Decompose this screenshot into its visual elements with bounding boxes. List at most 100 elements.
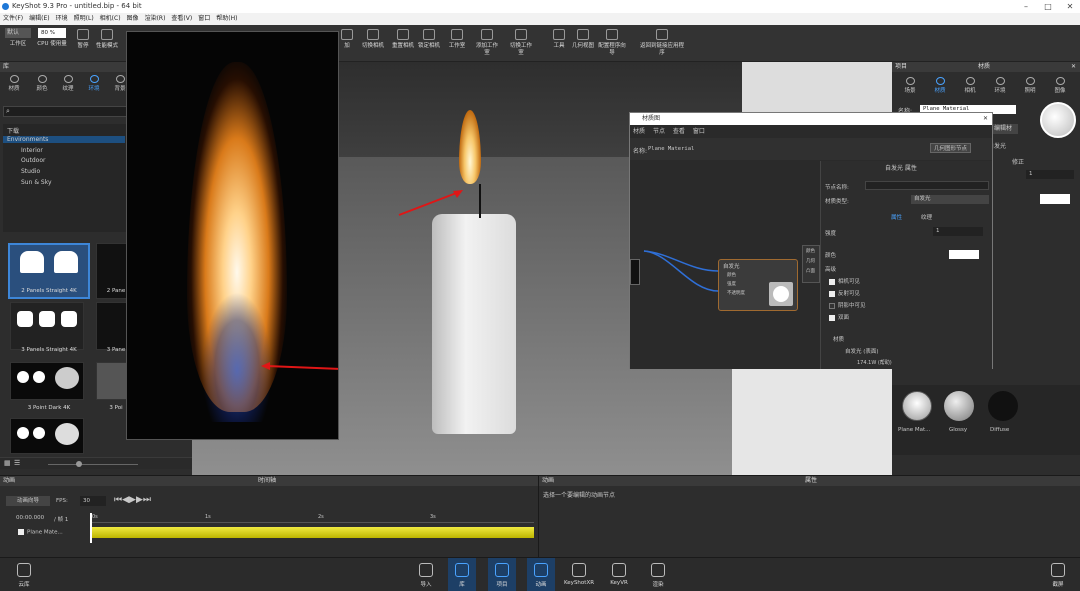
node-name-input[interactable] [865,181,989,190]
material-ball-glossy[interactable] [944,391,974,421]
screenshot-button[interactable]: 截屏 [1044,558,1072,591]
menu-help[interactable]: 帮助(H) [213,13,240,25]
pause-button[interactable]: 暂停 [72,27,94,60]
env-thumb-3point[interactable] [10,362,84,400]
cpu-usage-field[interactable]: 80 % [38,28,66,38]
ne-menu-material[interactable]: 材质 [633,128,645,135]
node-graph-canvas[interactable]: 自发光 颜色 强度 不透明度 颜色 几何 凸面 [630,161,820,369]
tab-image[interactable]: 图像 [1048,75,1072,94]
add-button[interactable]: 加 [336,27,358,60]
list-view-icon[interactable]: ☰ [14,459,20,467]
material-output-node[interactable]: 颜色 几何 凸面 [802,245,820,283]
track-row[interactable]: Plane Mate... [18,529,63,536]
ne-menu-window[interactable]: 窗口 [693,128,705,135]
studio-button[interactable]: 工作室 [445,27,469,60]
close-button[interactable]: ✕ [1062,0,1078,13]
geometry-view-button[interactable]: 几何视图 [572,27,594,60]
tree-item-sun-sky[interactable]: Sun & Sky [21,179,52,186]
tree-material[interactable]: 材质 [833,335,844,343]
tree-emissive[interactable]: 自发光 (表面) [845,347,879,355]
tab-colors[interactable]: 颜色 [30,73,54,92]
thumb-size-slider[interactable] [48,464,138,465]
node-port-opacity[interactable]: 不透明度 [727,290,745,296]
keyshotxr-button[interactable]: KeyShotXR [562,558,596,591]
ne-menu-view[interactable]: 查看 [673,128,685,135]
animation-button[interactable]: 动画 [527,558,555,591]
keyvr-button[interactable]: KeyVR [605,558,633,591]
tree-item-downloads[interactable]: 下载 [7,126,19,135]
configurator-wizard-button[interactable]: 配置程序向导 [597,27,627,60]
menu-image[interactable]: 图像 [124,13,142,25]
image-icon [1055,77,1065,85]
check-shadow-visible[interactable]: 阴影中可见 [829,301,866,309]
tab-material[interactable]: 材质 [928,75,952,94]
node-port-intensity[interactable]: 强度 [727,281,736,287]
tree-item-environments[interactable]: Environments [3,136,125,143]
env-thumb-3panels[interactable] [10,302,84,350]
check-camera-visible[interactable]: 相机可见 [829,277,860,285]
project-button[interactable]: 项目 [488,558,516,591]
ne-menu-node[interactable]: 节点 [653,128,665,135]
color-swatch[interactable] [1040,194,1070,204]
animation-track-bar[interactable] [92,527,534,538]
tree-item-studio[interactable]: Studio [21,168,40,175]
tab-environments[interactable]: 环境 [82,73,106,92]
tab-textures[interactable]: 纹理 [56,73,80,92]
tab-environment[interactable]: 环境 [988,75,1012,94]
menu-render[interactable]: 渲染(R) [142,13,169,25]
workspace-select[interactable]: 默认 [5,28,31,38]
menu-view[interactable]: 查看(V) [168,13,195,25]
import-button[interactable]: 导入 [412,558,440,591]
close-icon[interactable]: ✕ [1071,62,1076,72]
render-button[interactable]: 渲染 [644,558,672,591]
lock-camera-button[interactable]: 锁定相机 [418,27,440,60]
return-linked-app-button[interactable]: 返回到链接应用程序 [640,27,684,60]
tab-materials[interactable]: 材质 [2,73,26,92]
advanced-section[interactable]: 高级 [825,265,836,273]
close-icon[interactable]: ✕ [983,113,988,125]
add-studio-button[interactable]: 添加工作室 [474,27,500,60]
maximize-button[interactable]: □ [1040,0,1056,13]
minimize-button[interactable]: – [1018,0,1034,13]
intensity-input[interactable]: 1 [933,227,983,236]
tab-lighting[interactable]: 照明 [1018,75,1042,94]
material-type-select[interactable]: 自发光 [911,195,989,204]
subtab-textures[interactable]: 纹理 [921,213,932,221]
menu-file[interactable]: 文件(F) [0,13,26,25]
geometry-node-button[interactable]: 几何图形节点 [930,143,972,153]
source-node[interactable] [630,259,640,285]
color-swatch[interactable] [949,250,979,259]
grid-view-icon[interactable]: ▦ [4,459,11,467]
tree-item-outdoor[interactable]: Outdoor [21,157,46,164]
menu-camera[interactable]: 相机(C) [97,13,124,25]
switch-camera-button[interactable]: 切换相机 [362,27,384,60]
menu-edit[interactable]: 编辑(E) [26,13,52,25]
check-two-sided[interactable]: 双面 [829,313,849,321]
tools-button[interactable]: 工具 [548,27,570,60]
intensity-field[interactable]: 1 [1026,170,1074,179]
fps-input[interactable]: 30 [80,496,106,506]
subtab-properties[interactable]: 属性 [891,213,902,221]
emissive-node[interactable]: 自发光 颜色 强度 不透明度 [718,259,798,311]
tab-camera[interactable]: 相机 [958,75,982,94]
node-port-color[interactable]: 颜色 [727,272,736,278]
playhead[interactable] [90,513,92,543]
thumb-size-handle[interactable] [76,461,82,467]
list-icon [495,563,509,577]
library-button[interactable]: 库 [448,558,476,591]
animation-wizard-button[interactable]: 动画向导 [6,496,50,506]
switch-studio-button[interactable]: 切换工作室 [508,27,534,60]
playback-controls[interactable]: ⏮◀▶▶⏭ [114,495,151,505]
performance-mode-button[interactable]: 性能模式 [96,27,118,60]
menu-lighting[interactable]: 照明(L) [71,13,97,25]
tab-scene[interactable]: 场景 [898,75,922,94]
reset-camera-button[interactable]: 重置相机 [392,27,414,60]
material-ball-diffuse[interactable] [988,391,1018,421]
cloud-library-button[interactable]: 云库 [8,558,40,591]
menu-environment[interactable]: 环境 [53,13,71,25]
menu-window[interactable]: 窗口 [195,13,213,25]
env-thumb-4[interactable] [10,418,84,454]
tree-item-interior[interactable]: Interior [21,147,43,154]
check-reflection-visible[interactable]: 反射可见 [829,289,860,297]
material-ball-plane[interactable] [902,391,932,421]
